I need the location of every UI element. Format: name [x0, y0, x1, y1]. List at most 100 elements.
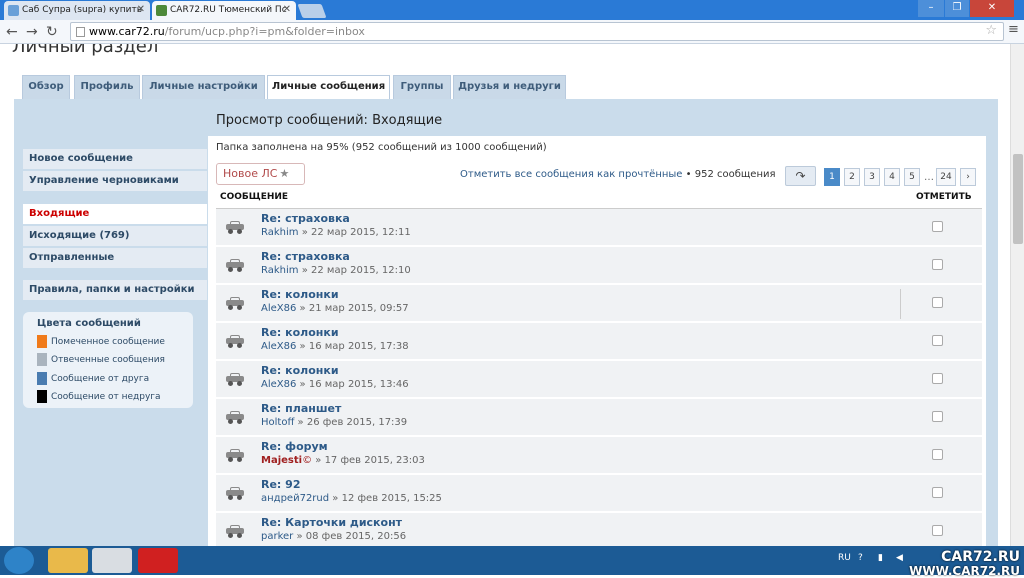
- message-author-link[interactable]: AleX86: [261, 341, 296, 352]
- tab-friends-foes[interactable]: Друзья и недруги: [453, 75, 566, 99]
- message-author-link[interactable]: parker: [261, 531, 293, 542]
- tab-profile[interactable]: Профиль: [74, 75, 140, 99]
- table-row: Re: страховка Rakhim » 22 мар 2015, 12:11: [216, 209, 982, 246]
- close-tab-icon[interactable]: ✕: [283, 4, 291, 15]
- page-button[interactable]: 4: [884, 168, 900, 186]
- url-path: /forum/ucp.php?i=pm&folder=inbox: [164, 25, 365, 38]
- new-pm-label: Новое ЛС: [223, 167, 278, 180]
- mark-checkbox[interactable]: [932, 335, 943, 346]
- mark-checkbox[interactable]: [932, 373, 943, 384]
- maximize-button[interactable]: ❐: [945, 0, 969, 17]
- tab-preferences[interactable]: Личные настройки: [142, 75, 265, 99]
- explorer-icon[interactable]: [48, 548, 88, 573]
- sidebar-item-rules[interactable]: Правила, папки и настройки: [23, 280, 207, 300]
- sidebar-item-outbox[interactable]: Исходящие (769): [23, 226, 207, 246]
- forward-icon[interactable]: →: [26, 24, 38, 40]
- tab-overview[interactable]: Обзор: [22, 75, 70, 99]
- mark-checkbox[interactable]: [932, 487, 943, 498]
- mark-checkbox[interactable]: [932, 297, 943, 308]
- back-icon[interactable]: ←: [6, 24, 18, 40]
- message-box: Папка заполнена на 95% (952 сообщений из…: [208, 136, 986, 546]
- legend-label: Помеченное сообщение: [51, 337, 165, 347]
- site-favicon-icon: [8, 5, 19, 16]
- page-button[interactable]: 1: [824, 168, 840, 186]
- message-subject-link[interactable]: Re: Карточки дисконт: [261, 516, 402, 529]
- color-swatch: [37, 353, 47, 366]
- message-subject-link[interactable]: Re: страховка: [261, 250, 350, 263]
- message-subject-link[interactable]: Re: форум: [261, 440, 328, 453]
- message-subject-link[interactable]: Re: планшет: [261, 402, 341, 415]
- minimize-button[interactable]: –: [918, 0, 944, 17]
- sidebar-item-inbox[interactable]: Входящие: [23, 204, 207, 224]
- message-meta: parker » 08 фев 2015, 20:56: [261, 531, 406, 542]
- reload-icon[interactable]: ↻: [46, 24, 58, 40]
- mark-all-read-link[interactable]: Отметить все сообщения как прочтённые: [460, 169, 682, 180]
- color-swatch: [37, 390, 47, 403]
- mark-checkbox[interactable]: [932, 221, 943, 232]
- table-row: Re: 92 андрей72rud » 12 фев 2015, 15:25: [216, 475, 982, 512]
- message-subject-link[interactable]: Re: страховка: [261, 212, 350, 225]
- legend-item: Отвеченные сообщения: [37, 353, 165, 366]
- message-date: » 08 фев 2015, 20:56: [296, 531, 407, 542]
- page-scrollbar[interactable]: [1010, 44, 1024, 546]
- message-author-link[interactable]: Rakhim: [261, 265, 299, 276]
- scrollbar-thumb[interactable]: [1013, 154, 1023, 244]
- browser-tab-1[interactable]: Саб Супра (supra) купить ✕: [4, 1, 150, 20]
- mark-checkbox[interactable]: [932, 411, 943, 422]
- message-author-link[interactable]: Rakhim: [261, 227, 299, 238]
- message-read-icon: [226, 525, 244, 538]
- message-subject-link[interactable]: Re: колонки: [261, 326, 339, 339]
- tab-private-messages[interactable]: Личные сообщения: [267, 75, 390, 99]
- sidebar-item-sent[interactable]: Отправленные: [23, 248, 207, 268]
- ucp-panel: Новое сообщение Управление черновиками В…: [14, 99, 998, 546]
- close-window-button[interactable]: ✕: [970, 0, 1014, 17]
- sidebar-item-new-message[interactable]: Новое сообщение: [23, 149, 207, 169]
- table-row: Re: страховка Rakhim » 22 мар 2015, 12:10: [216, 247, 982, 284]
- pagination-ellipsis: …: [924, 172, 934, 183]
- message-subject-link[interactable]: Re: 92: [261, 478, 300, 491]
- browser-titlebar: Саб Супра (supra) купить ✕ CAR72.RU Тюме…: [0, 0, 1024, 20]
- yandex-icon[interactable]: [138, 548, 178, 573]
- mark-checkbox[interactable]: [932, 525, 943, 536]
- message-subject-link[interactable]: Re: колонки: [261, 364, 339, 377]
- message-date: » 22 мар 2015, 12:10: [301, 265, 411, 276]
- url-input[interactable]: www.car72.ru/forum/ucp.php?i=pm&folder=i…: [70, 22, 1004, 41]
- volume-icon[interactable]: ◀: [896, 553, 903, 563]
- mark-all-read: Отметить все сообщения как прочтённые • …: [460, 169, 776, 180]
- message-date: » 16 мар 2015, 17:38: [299, 341, 409, 352]
- page-button[interactable]: 5: [904, 168, 920, 186]
- browser-tab-2[interactable]: CAR72.RU Тюменский Пс ✕: [152, 1, 296, 20]
- message-meta: AleX86 » 16 мар 2015, 17:38: [261, 341, 409, 352]
- new-tab-button[interactable]: [297, 4, 327, 18]
- help-icon[interactable]: ?: [858, 553, 863, 563]
- page-button[interactable]: 3: [864, 168, 880, 186]
- message-author-link[interactable]: AleX86: [261, 303, 296, 314]
- url-host: www.car72.ru: [89, 25, 165, 38]
- page-button[interactable]: 2: [844, 168, 860, 186]
- next-page-button[interactable]: ›: [960, 168, 976, 186]
- bookmark-star-icon[interactable]: ☆: [985, 23, 997, 38]
- sidebar-item-drafts[interactable]: Управление черновиками: [23, 171, 207, 191]
- table-row: Re: планшет Holtoff » 26 фев 2015, 17:39: [216, 399, 982, 436]
- new-pm-button[interactable]: Новое ЛС ★: [216, 163, 305, 185]
- message-author-link[interactable]: Majesti: [261, 455, 302, 466]
- tab-groups[interactable]: Группы: [393, 75, 451, 99]
- message-meta: Holtoff » 26 фев 2015, 17:39: [261, 417, 407, 428]
- mark-checkbox[interactable]: [932, 449, 943, 460]
- language-indicator[interactable]: RU: [838, 553, 851, 563]
- message-date: » 12 фев 2015, 15:25: [332, 493, 442, 504]
- jump-to-page-button[interactable]: ↷: [785, 166, 816, 186]
- start-button[interactable]: [4, 547, 34, 574]
- mark-checkbox[interactable]: [932, 259, 943, 270]
- message-read-icon: [226, 335, 244, 348]
- chrome-icon[interactable]: [92, 548, 132, 573]
- message-author-link[interactable]: андрей72rud: [261, 493, 329, 504]
- message-author-link[interactable]: Holtoff: [261, 417, 294, 428]
- network-icon[interactable]: ▮: [878, 553, 883, 563]
- message-subject-link[interactable]: Re: колонки: [261, 288, 339, 301]
- message-author-link[interactable]: AleX86: [261, 379, 296, 390]
- close-tab-icon[interactable]: ✕: [137, 4, 145, 15]
- page-button[interactable]: 24: [936, 168, 956, 186]
- menu-icon[interactable]: ≡: [1008, 22, 1019, 37]
- legend-item: Помеченное сообщение: [37, 335, 165, 348]
